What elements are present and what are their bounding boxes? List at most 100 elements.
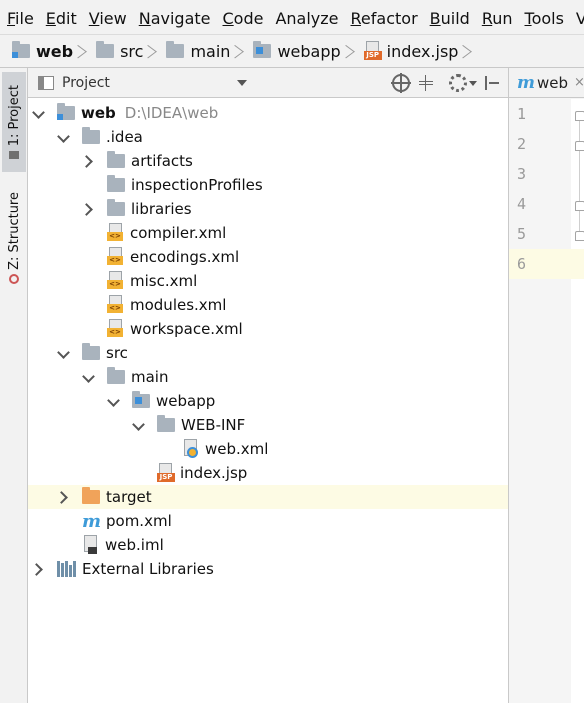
menu-item[interactable]: Navigate bbox=[132, 4, 216, 34]
chevron-right-icon[interactable] bbox=[83, 197, 95, 221]
fold-marker-icon[interactable] bbox=[575, 141, 584, 151]
chevron-right-icon[interactable] bbox=[83, 149, 95, 173]
fold-marker-icon[interactable] bbox=[575, 201, 584, 211]
chevron-down-icon[interactable] bbox=[133, 413, 145, 437]
tree-node[interactable]: artifacts bbox=[28, 149, 508, 173]
navigation-bar: web src main webapp JSP index.jsp bbox=[0, 34, 584, 68]
chevron-down-icon[interactable] bbox=[33, 101, 45, 125]
tree-node[interactable]: WEB-INF bbox=[28, 413, 508, 437]
scroll-from-source-icon[interactable] bbox=[391, 73, 411, 93]
tree-node[interactable]: JSP index.jsp bbox=[28, 461, 508, 485]
tree-node[interactable]: <> misc.xml bbox=[28, 269, 508, 293]
tree-node[interactable]: m pom.xml bbox=[28, 509, 508, 533]
project-panel: Project web D:\IDEA\web .idea artifacts insp… bbox=[28, 68, 508, 703]
tree-node-label: compiler.xml bbox=[130, 224, 227, 242]
close-icon[interactable]: × bbox=[574, 75, 584, 90]
tree-node[interactable]: External Libraries bbox=[28, 557, 508, 581]
chevron-right-icon[interactable] bbox=[58, 485, 70, 509]
jsp-file-icon: JSP bbox=[363, 41, 382, 61]
tree-node[interactable]: <> workspace.xml bbox=[28, 317, 508, 341]
editor-gutter: 1 2 3 4 5 6 bbox=[509, 99, 584, 703]
tree-node[interactable]: src bbox=[28, 341, 508, 365]
breadcrumb-separator-icon bbox=[149, 40, 159, 62]
fold-marker-icon[interactable] bbox=[575, 231, 584, 241]
folder-icon bbox=[157, 415, 175, 432]
editor-tab-label: web bbox=[537, 73, 569, 92]
menu-item[interactable]: File bbox=[0, 4, 39, 34]
breadcrumb-item[interactable]: webapp bbox=[253, 41, 341, 61]
breadcrumb-item[interactable]: src bbox=[96, 41, 143, 61]
breadcrumb-item[interactable]: main bbox=[166, 41, 230, 61]
gear-dropdown-icon[interactable] bbox=[469, 81, 477, 86]
project-view-dropdown-icon[interactable] bbox=[237, 80, 247, 86]
chevron-down-icon[interactable] bbox=[58, 125, 70, 149]
chevron-down-icon[interactable] bbox=[108, 389, 120, 413]
tree-node[interactable]: main bbox=[28, 365, 508, 389]
tree-node-label: index.jsp bbox=[180, 464, 248, 482]
menu-item[interactable]: VC bbox=[569, 4, 584, 34]
editor-tab-web[interactable]: m web × bbox=[509, 68, 584, 98]
breadcrumb-separator-icon bbox=[236, 40, 246, 62]
project-panel-header: Project bbox=[28, 68, 508, 98]
tree-node-label: target bbox=[106, 488, 152, 506]
web-xml-file-icon bbox=[182, 439, 200, 459]
line-number: 1 bbox=[517, 105, 527, 123]
menu-item[interactable]: Edit bbox=[39, 4, 82, 34]
tree-node[interactable]: <> encodings.xml bbox=[28, 245, 508, 269]
structure-tool-tab[interactable]: Z: Structure bbox=[2, 186, 26, 290]
gear-icon[interactable] bbox=[449, 74, 467, 92]
tree-node-label: libraries bbox=[131, 200, 192, 218]
maven-icon: m bbox=[517, 72, 535, 93]
tree-node[interactable]: web D:\IDEA\web bbox=[28, 101, 508, 125]
tree-node-label: artifacts bbox=[131, 152, 193, 170]
tree-node-label: src bbox=[106, 344, 128, 362]
tree-node[interactable]: inspectionProfiles bbox=[28, 173, 508, 197]
fold-marker-icon[interactable] bbox=[575, 111, 584, 121]
folder-icon bbox=[82, 343, 100, 360]
tree-node[interactable]: webapp bbox=[28, 389, 508, 413]
tree-node[interactable]: web.xml bbox=[28, 437, 508, 461]
folder-icon bbox=[107, 175, 125, 192]
folder-icon bbox=[107, 151, 125, 168]
folder-icon bbox=[166, 41, 185, 58]
folder-icon bbox=[96, 41, 115, 58]
hide-panel-icon[interactable] bbox=[483, 74, 501, 92]
chevron-down-icon[interactable] bbox=[83, 365, 95, 389]
tree-node[interactable]: <> compiler.xml bbox=[28, 221, 508, 245]
tree-node[interactable]: target bbox=[28, 485, 508, 509]
chevron-right-icon[interactable] bbox=[33, 557, 45, 581]
menu-item[interactable]: Tools bbox=[518, 4, 569, 34]
project-view-selector[interactable]: Project bbox=[62, 75, 110, 91]
tree-node-label: pom.xml bbox=[106, 512, 172, 530]
tree-node[interactable]: libraries bbox=[28, 197, 508, 221]
menu-item[interactable]: Build bbox=[423, 4, 475, 34]
breadcrumb-item[interactable]: web bbox=[12, 41, 73, 61]
tree-node-label: encodings.xml bbox=[130, 248, 240, 266]
project-view-icon bbox=[38, 75, 54, 90]
line-number: 5 bbox=[517, 225, 527, 243]
maven-icon: m bbox=[82, 510, 102, 532]
tree-node[interactable]: .idea bbox=[28, 125, 508, 149]
tree-node[interactable]: web.iml bbox=[28, 533, 508, 557]
tree-node-label: web.xml bbox=[205, 440, 269, 458]
web-folder-icon bbox=[132, 391, 150, 408]
menu-item[interactable]: Run bbox=[475, 4, 518, 34]
excluded-folder-icon bbox=[82, 487, 100, 504]
structure-tool-tab-label: Z: Structure bbox=[6, 192, 22, 270]
menu-item[interactable]: Refactor bbox=[344, 4, 423, 34]
tree-node-label: WEB-INF bbox=[181, 416, 246, 434]
menu-item[interactable]: Analyze bbox=[268, 4, 343, 34]
module-folder-icon bbox=[12, 41, 30, 58]
menu-item[interactable]: Code bbox=[216, 4, 269, 34]
menu-item[interactable]: View bbox=[82, 4, 132, 34]
breadcrumb-separator-icon bbox=[347, 40, 357, 62]
chevron-down-icon[interactable] bbox=[58, 341, 70, 365]
project-tool-tab[interactable]: 1: Project bbox=[2, 72, 26, 172]
tree-node[interactable]: <> modules.xml bbox=[28, 293, 508, 317]
breadcrumb-item[interactable]: JSP index.jsp bbox=[363, 41, 458, 61]
collapse-all-icon[interactable] bbox=[417, 74, 435, 92]
